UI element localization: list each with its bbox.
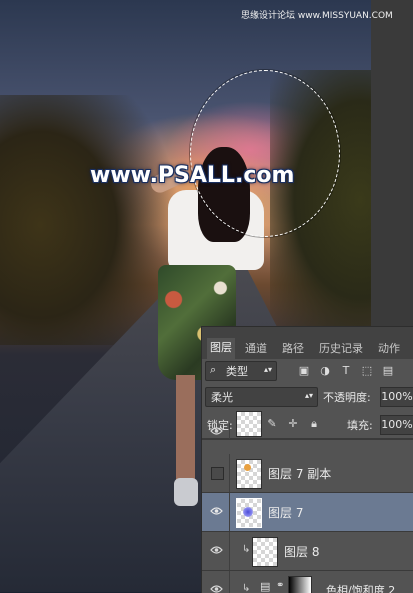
mask-thumbnail <box>288 576 312 593</box>
tab-paths[interactable]: 路径 <box>279 339 307 359</box>
chevron-updown-icon: ▴▾ <box>264 365 273 374</box>
layer-separator <box>229 423 230 439</box>
tab-layers[interactable]: 图层 <box>207 338 235 359</box>
clipping-arrow-icon: ↳ <box>242 544 251 555</box>
layer-name: 图层 7 副本 <box>268 467 332 481</box>
adjustment-icon: ▤ <box>260 580 271 593</box>
layer-thumbnail <box>236 498 262 528</box>
blend-mode-value: 柔光 <box>211 391 233 404</box>
elliptical-selection[interactable] <box>190 70 340 237</box>
tab-actions[interactable]: 动作 <box>375 339 403 359</box>
thumb-dot <box>243 507 253 517</box>
visibility-toggle-off[interactable] <box>211 467 224 480</box>
layer-thumbnail <box>252 537 278 567</box>
layer-row-layer7-copy[interactable]: 图层 7 副本 <box>202 454 413 493</box>
watermark-psall: www.PSALL.com <box>90 163 295 188</box>
thumb-dot <box>244 464 251 471</box>
filter-type-icon[interactable]: T <box>340 365 352 377</box>
layer-name: 图层 8 <box>284 545 320 559</box>
panel-tabs: 图层 通道 路径 历史记录 动作 <box>202 327 413 359</box>
layer-row-layer7[interactable]: 图层 7 <box>202 493 413 532</box>
filter-kind-select[interactable]: ⌕ 类型 ▴▾ <box>205 361 277 381</box>
layer-separator <box>229 493 230 531</box>
layer-row-layer8[interactable]: ↳ 图层 8 <box>202 532 413 571</box>
opacity-label: 不透明度: <box>323 391 371 404</box>
blend-mode-select[interactable]: 柔光 ▴▾ <box>205 387 318 407</box>
chevron-updown-icon: ▴▾ <box>304 391 313 400</box>
layer-separator <box>229 532 230 570</box>
filter-kind-label: 类型 <box>226 365 248 378</box>
eye-icon[interactable] <box>210 545 223 555</box>
layer-row-top[interactable] <box>202 411 413 440</box>
eye-icon[interactable] <box>210 506 223 516</box>
watermark-site: 思缘设计论坛 www.MISSYUAN.COM <box>241 11 393 21</box>
filter-adjustment-icon[interactable]: ◑ <box>319 365 331 377</box>
layer-name: 图层 7 <box>268 506 304 520</box>
opacity-input[interactable]: 100% <box>380 387 413 407</box>
layer-separator <box>229 454 230 492</box>
filter-smartobject-icon[interactable]: ▤ <box>382 365 394 377</box>
eye-icon[interactable] <box>210 426 223 436</box>
layer-row-hue-saturation[interactable]: ↳ ▤ ⚭ 色相/饱和度 2 <box>202 571 413 593</box>
blend-row: 柔光 ▴▾ 不透明度: 100% <box>202 386 413 410</box>
tab-channels[interactable]: 通道 <box>242 339 270 359</box>
layer-separator <box>229 571 230 593</box>
layer-thumbnail <box>236 411 262 437</box>
filter-pixel-icon[interactable]: ▣ <box>298 365 310 377</box>
layer-name: 色相/饱和度 2 <box>326 584 396 593</box>
layers-panel: 图层 通道 路径 历史记录 动作 ⌕ 类型 ▴▾ ▣ ◑ T ⬚ ▤ 柔光 ▴▾… <box>201 326 413 593</box>
tab-history[interactable]: 历史记录 <box>316 339 366 359</box>
filter-shape-icon[interactable]: ⬚ <box>361 365 373 377</box>
layer-thumbnail <box>236 459 262 489</box>
girl-shoe <box>174 478 198 506</box>
canvas-edge-strip <box>371 0 413 330</box>
link-icon: ⚭ <box>276 580 285 591</box>
search-icon: ⌕ <box>210 363 217 376</box>
filter-row: ⌕ 类型 ▴▾ ▣ ◑ T ⬚ ▤ <box>202 359 413 385</box>
